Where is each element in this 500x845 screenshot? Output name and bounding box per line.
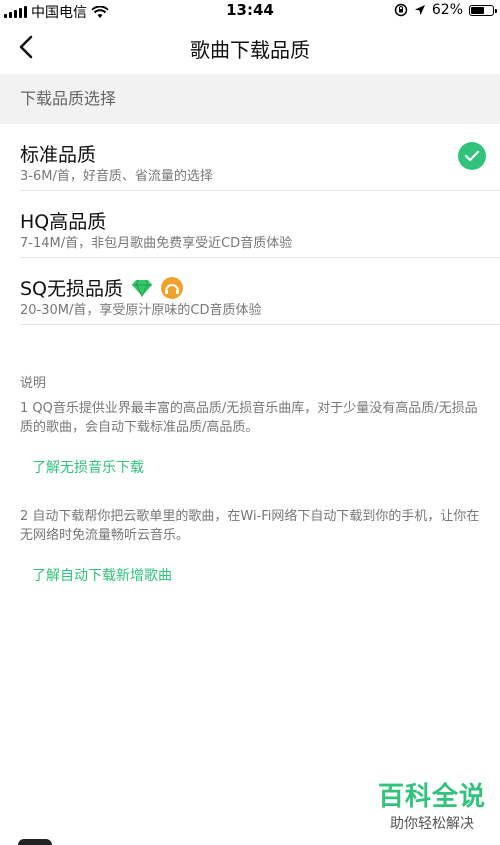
- battery-icon: [469, 4, 497, 16]
- lossless-download-link[interactable]: 了解无损音乐下载: [32, 457, 482, 477]
- status-bar: 中国电信 13:44 62%: [0, 0, 500, 22]
- option-title: SQ无损品质: [20, 274, 184, 301]
- selected-check-icon: [458, 142, 486, 170]
- nav-bar: 歌曲下载品质: [0, 22, 500, 74]
- note-text: 1 QQ音乐提供业界最丰富的高品质/无损音乐曲库，对于少量没有高品质/无损品质的…: [20, 401, 478, 435]
- option-standard-quality[interactable]: 标准品质 3-6M/首，好音质、省流量的选择: [20, 124, 500, 191]
- option-subtitle: 20-30M/首，享受原汁原味的CD音质体验: [20, 303, 262, 318]
- green-diamond-vip-icon: [132, 279, 153, 297]
- option-title-text: SQ无损品质: [20, 278, 124, 300]
- note-item: 2 自动下载帮你把云歌单里的歌曲，在Wi-Fi网络下自动下载到你的手机，让你在无…: [20, 507, 482, 585]
- note-text: 2 自动下载帮你把云歌单里的歌曲，在Wi-Fi网络下自动下载到你的手机，让你在无…: [20, 509, 480, 543]
- bottom-player-avatar[interactable]: [18, 839, 52, 845]
- watermark-title: 百科全说: [377, 782, 486, 812]
- auto-download-link[interactable]: 了解自动下载新增歌曲: [32, 565, 482, 585]
- option-hq-quality[interactable]: HQ高品质 7-14M/首，非包月歌曲免费享受近CD音质体验: [20, 191, 500, 258]
- sound-quality-badge-icon: [161, 276, 184, 299]
- battery-percent: 62%: [431, 2, 463, 18]
- notes-title: 说明: [20, 376, 47, 391]
- rotation-lock-icon: [394, 3, 408, 17]
- note-item: 1 QQ音乐提供业界最丰富的高品质/无损音乐曲库，对于少量没有高品质/无损品质的…: [20, 399, 482, 477]
- page-title: 歌曲下载品质: [190, 38, 310, 62]
- battery-fill: [471, 6, 485, 14]
- quality-options-list: 标准品质 3-6M/首，好音质、省流量的选择 HQ高品质 7-14M/首，非包月…: [0, 124, 500, 325]
- notes-section: 说明 1 QQ音乐提供业界最丰富的高品质/无损音乐曲库，对于少量没有高品质/无损…: [20, 372, 482, 615]
- watermark-logo: 百科全说 助你轻松解决: [378, 776, 486, 833]
- option-title-text: 标准品质: [20, 144, 97, 166]
- status-right: 62%: [394, 2, 497, 18]
- option-subtitle: 3-6M/首，好音质、省流量的选择: [20, 169, 213, 184]
- location-icon: [414, 5, 425, 15]
- option-sq-lossless-quality[interactable]: SQ无损品质 20-30M/首，享受原汁原味的CD音质体验: [20, 258, 500, 325]
- option-title: HQ高品质: [20, 207, 106, 234]
- watermark-subtitle: 助你轻松解决: [389, 816, 474, 832]
- option-title-text: HQ高品质: [20, 211, 107, 233]
- option-subtitle: 7-14M/首，非包月歌曲免费享受近CD音质体验: [20, 236, 293, 251]
- section-header: 下载品质选择: [0, 74, 500, 124]
- option-title: 标准品质: [20, 140, 96, 167]
